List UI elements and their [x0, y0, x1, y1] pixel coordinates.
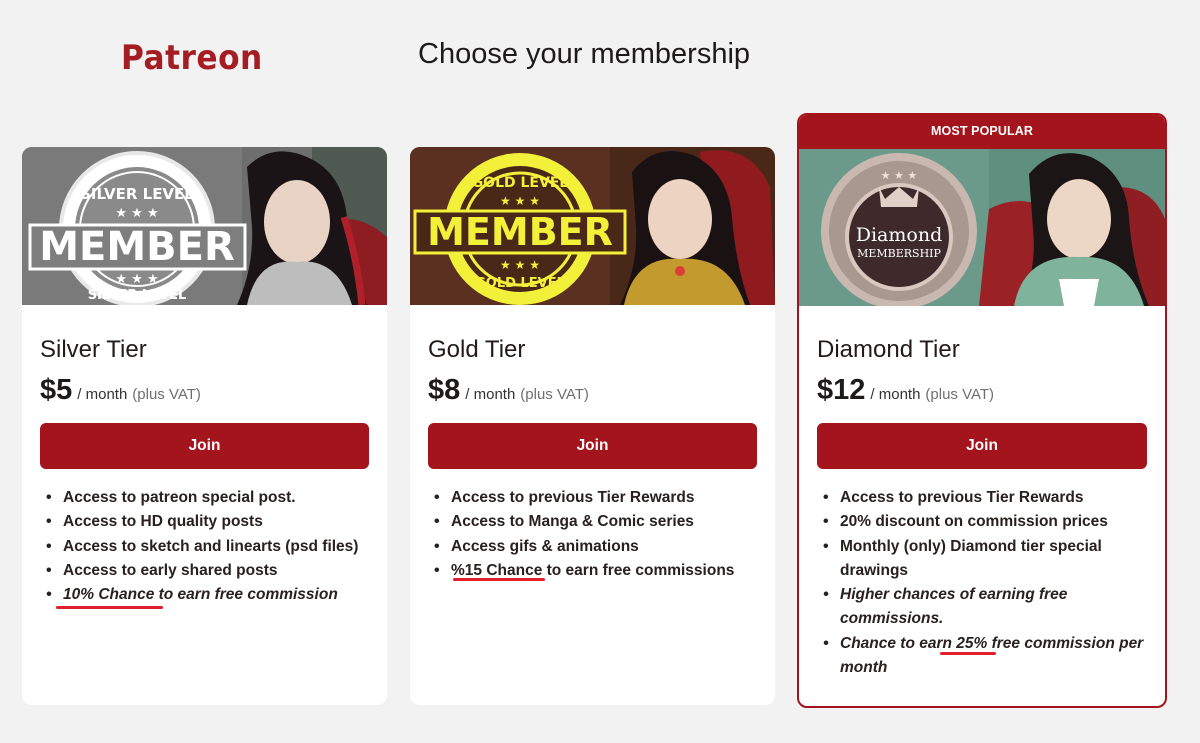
- benefit-item: Access to previous Tier Rewards: [823, 486, 1147, 511]
- benefit-item-commission-chance: Chance to earn 25% free commission per m…: [823, 632, 1147, 681]
- gold-badge-bottom: GOLD LEVEL: [475, 276, 565, 291]
- diamond-seal-stars: ★ ★ ★: [881, 169, 918, 182]
- benefit-item: Higher chances of earning free commissio…: [823, 583, 1147, 632]
- benefit-item: Access to Manga & Comic series: [434, 510, 757, 535]
- price-row: $8 / month (plus VAT): [428, 374, 757, 407]
- tier-vat-note: (plus VAT): [925, 386, 995, 403]
- tier-period: / month: [870, 386, 921, 403]
- benefit-item: Access to HD quality posts: [46, 510, 369, 535]
- tier-vat-note: (plus VAT): [520, 386, 589, 403]
- tier-name: Diamond Tier: [817, 336, 960, 363]
- benefit-item: Access gifs & animations: [434, 535, 757, 560]
- silver-badge-top: SILVER LEVEL: [80, 185, 194, 203]
- price-row: $12 / month (plus VAT): [817, 374, 1147, 407]
- tier-card-silver: MEMBER SILVER LEVEL ★ ★ ★ ★ ★ ★ SILVER L…: [22, 147, 387, 705]
- silver-badge-stars-bottom: ★ ★ ★: [115, 272, 158, 287]
- join-button-diamond[interactable]: Join: [817, 423, 1147, 469]
- tier-body-diamond: Diamond Tier $12 / month (plus VAT) Join…: [799, 336, 1165, 680]
- tier-card-diamond: MOST POPULAR ★ ★ ★ Diamond MEMBERSHIP Di…: [797, 113, 1167, 708]
- tier-body-silver: Silver Tier $5 / month (plus VAT) Join A…: [22, 336, 387, 608]
- silver-badge-stars: ★ ★ ★: [115, 206, 158, 221]
- benefit-item: Access to sketch and linearts (psd files…: [46, 535, 369, 560]
- gold-badge-main: MEMBER: [427, 210, 613, 254]
- gold-banner-art: MEMBER GOLD LEVEL ★ ★ ★ ★ ★ ★ GOLD LEVEL: [410, 147, 775, 305]
- annotation-underline: [56, 606, 163, 609]
- gold-badge-top: GOLD LEVEL: [472, 175, 569, 191]
- annotation-underline: [940, 652, 996, 655]
- join-button-gold[interactable]: Join: [428, 423, 757, 469]
- tier-price: $12: [817, 374, 866, 406]
- benefit-item: 20% discount on commission prices: [823, 510, 1147, 535]
- benefit-item: Access to early shared posts: [46, 559, 369, 584]
- silver-badge-main: MEMBER: [39, 224, 235, 270]
- diamond-banner-art: ★ ★ ★ Diamond MEMBERSHIP: [799, 149, 1165, 306]
- silver-badge-bottom: SILVER LEVEL: [88, 288, 187, 303]
- tier-period: / month: [77, 386, 128, 403]
- benefit-item: Access to patreon special post.: [46, 486, 369, 511]
- benefit-item: Monthly (only) Diamond tier special draw…: [823, 535, 1147, 584]
- tier-banner-diamond: ★ ★ ★ Diamond MEMBERSHIP: [799, 149, 1165, 306]
- annotation-underline: [453, 578, 545, 581]
- patreon-logo[interactable]: Patreon: [121, 38, 263, 78]
- tier-card-gold: MEMBER GOLD LEVEL ★ ★ ★ ★ ★ ★ GOLD LEVEL…: [410, 147, 775, 705]
- page-title: Choose your membership: [418, 38, 751, 70]
- tier-price: $5: [40, 374, 73, 406]
- tier-name: Gold Tier: [428, 336, 526, 363]
- benefit-item-commission-chance: 10% Chance to earn free commission: [46, 583, 369, 608]
- price-row: $5 / month (plus VAT): [40, 374, 369, 407]
- diamond-seal-sub: MEMBERSHIP: [857, 247, 941, 260]
- gold-badge-stars-bottom: ★ ★ ★: [500, 258, 540, 272]
- benefit-list: Access to previous Tier Rewards Access t…: [428, 486, 757, 583]
- tier-price: $8: [428, 374, 461, 406]
- tier-banner-silver: MEMBER SILVER LEVEL ★ ★ ★ ★ ★ ★ SILVER L…: [22, 147, 387, 305]
- diamond-seal-main: Diamond: [856, 224, 943, 246]
- join-button-silver[interactable]: Join: [40, 423, 369, 469]
- tier-period: / month: [465, 386, 516, 403]
- gold-badge-stars: ★ ★ ★: [500, 194, 540, 208]
- tier-vat-note: (plus VAT): [132, 386, 201, 403]
- most-popular-badge: MOST POPULAR: [799, 115, 1165, 149]
- tier-banner-gold: MEMBER GOLD LEVEL ★ ★ ★ ★ ★ ★ GOLD LEVEL: [410, 147, 775, 305]
- silver-banner-art: MEMBER SILVER LEVEL ★ ★ ★ ★ ★ ★ SILVER L…: [22, 147, 387, 305]
- benefit-item: Access to previous Tier Rewards: [434, 486, 757, 511]
- tier-body-gold: Gold Tier $8 / month (plus VAT) Join Acc…: [410, 336, 775, 583]
- tier-name: Silver Tier: [40, 336, 147, 363]
- benefit-list: Access to patreon special post. Access t…: [40, 486, 369, 608]
